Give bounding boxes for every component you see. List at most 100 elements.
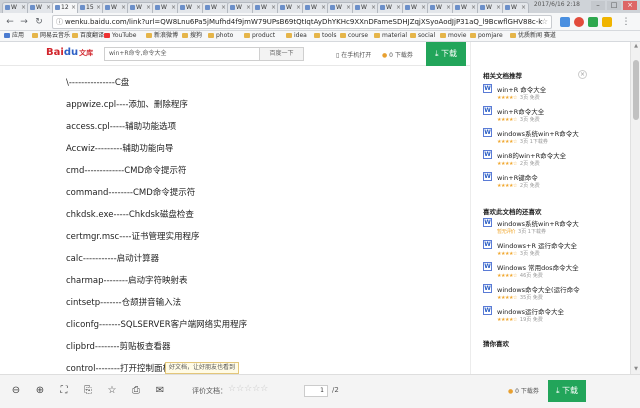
close-window-button[interactable]: × (623, 1, 637, 10)
browser-tab[interactable]: W × (502, 2, 529, 13)
browser-tab[interactable]: 12 × (52, 2, 79, 13)
bookmark-star-icon[interactable]: ☆ (541, 16, 548, 28)
close-tab-icon[interactable]: × (21, 3, 26, 13)
doc-title-link[interactable]: win+R命令大全 (497, 106, 544, 116)
favorite-icon[interactable]: ☆ (106, 385, 118, 397)
doc-title-link[interactable]: win+R 命令大全 (497, 84, 546, 94)
browser-tab[interactable]: W × (2, 2, 29, 13)
close-tab-icon[interactable]: × (496, 3, 501, 13)
related-doc-item[interactable]: W Windows+R 运行命令大全 ★★★★☆ 3页 免费 (483, 240, 623, 260)
close-tab-icon[interactable]: × (371, 3, 376, 13)
close-tab-icon[interactable]: × (471, 3, 476, 13)
browser-tab[interactable]: W × (402, 2, 429, 13)
bookmark-item[interactable]: 搜狗 (182, 31, 202, 41)
bookmark-item[interactable]: 百度翻译 (72, 31, 104, 41)
browser-tab[interactable]: W × (302, 2, 329, 13)
extension-icon[interactable] (602, 17, 612, 27)
related-doc-item[interactable]: Wwin+R 命令大全 ★★★★☆ 3页 免费 (483, 84, 623, 104)
doc-title-link[interactable]: windows系统win+R命令大 (497, 128, 579, 138)
doc-title-link[interactable]: Windows 常用dos命令大全 (497, 262, 579, 272)
print-icon[interactable]: ⎙ (130, 385, 142, 397)
download-button[interactable]: ⤓ 下载 (426, 42, 466, 66)
related-doc-item[interactable]: W Windows 常用dos命令大全 ★★★★☆ 46页 免费 (483, 262, 623, 282)
scroll-down-icon[interactable]: ▼ (631, 365, 640, 374)
bookmark-item[interactable]: course (340, 31, 368, 41)
browser-tab[interactable]: W × (227, 2, 254, 13)
close-tab-icon[interactable]: × (46, 3, 51, 13)
extension-icon[interactable] (588, 17, 598, 27)
related-doc-item[interactable]: Wwin+R键命令 ★★★★☆ 2页 免费 (483, 172, 623, 192)
bookmark-item[interactable]: movie (440, 31, 466, 41)
browser-tab[interactable]: W × (427, 2, 454, 13)
related-doc-item[interactable]: Wwindows系统win+R命令大 暂无评价 3页 1下载券 (483, 218, 623, 238)
browser-tab[interactable]: W × (27, 2, 54, 13)
browser-tab[interactable]: W × (177, 2, 204, 13)
doc-title-link[interactable]: windows运行命令大全 (497, 306, 564, 316)
close-tab-icon[interactable]: × (246, 3, 251, 13)
bookmark-item[interactable]: 新浪微博 (146, 31, 178, 41)
bookmark-item[interactable]: YouTube (104, 31, 136, 41)
baidu-wenku-logo[interactable]: Baidu文库 (46, 47, 93, 58)
close-tab-icon[interactable]: × (446, 3, 451, 13)
address-bar[interactable]: ⓘ wenku.baidu.com/link?url=QW8Lnu6Pa5jMu… (52, 15, 552, 29)
close-tab-icon[interactable]: × (221, 3, 226, 13)
close-tab-icon[interactable]: × (121, 3, 126, 13)
bookmark-item[interactable]: photo (208, 31, 233, 41)
close-tab-icon[interactable]: × (271, 3, 276, 13)
scroll-up-icon[interactable]: ▲ (631, 42, 640, 51)
related-doc-item[interactable]: Wwin8的win+R命令大全 ★★★★☆ 2页 免费 (483, 150, 623, 170)
back-icon[interactable]: ← (4, 16, 16, 28)
close-tab-icon[interactable]: × (71, 3, 76, 13)
bookmark-item[interactable]: 网易云音乐 (32, 31, 70, 41)
browser-tab[interactable]: W × (277, 2, 304, 13)
maximize-button[interactable]: □ (607, 1, 621, 10)
related-doc-item[interactable]: Wwindows命令大全(运行命令 ★★★★☆ 35页 免费 (483, 284, 623, 304)
browser-tab[interactable]: W × (127, 2, 154, 13)
close-tab-icon[interactable]: × (346, 3, 351, 13)
close-icon[interactable]: × (578, 70, 587, 79)
close-tab-icon[interactable]: × (96, 3, 101, 13)
share-icon[interactable]: ⎘ (82, 385, 94, 397)
close-tab-icon[interactable]: × (296, 3, 301, 13)
rating-stars[interactable]: ☆☆☆☆☆ (228, 384, 268, 394)
browser-tab[interactable]: W × (152, 2, 179, 13)
open-on-phone-link[interactable]: ▯ 在手机打开 (336, 50, 371, 59)
download-button[interactable]: ⤓ 下载 (548, 380, 586, 402)
bookmark-item[interactable]: pomjare (470, 31, 503, 41)
page-scrollbar[interactable]: ▲ ▼ (630, 42, 640, 374)
site-search-input[interactable]: win+R命令,命令大全 百度一下 (104, 47, 304, 61)
doc-title-link[interactable]: win8的win+R命令大全 (497, 150, 566, 160)
bookmark-item[interactable]: 优质新闻 赛道 (510, 31, 556, 41)
forward-icon[interactable]: → (18, 16, 30, 28)
extension-icon[interactable] (574, 17, 584, 27)
bookmark-item[interactable]: social (410, 31, 435, 41)
browser-tab[interactable]: W × (477, 2, 504, 13)
share-weibo-icon[interactable]: ✉ (154, 385, 166, 397)
browser-tab[interactable]: W × (252, 2, 279, 13)
close-tab-icon[interactable]: × (321, 3, 326, 13)
doc-title-link[interactable]: windows系统win+R命令大 (497, 218, 579, 228)
browser-tab[interactable]: W × (352, 2, 379, 13)
menu-icon[interactable]: ⋮ (620, 16, 632, 28)
bookmark-item[interactable]: tools (314, 31, 337, 41)
bookmark-item[interactable]: idea (286, 31, 307, 41)
doc-title-link[interactable]: win+R键命令 (497, 172, 538, 182)
close-tab-icon[interactable]: × (196, 3, 201, 13)
related-doc-item[interactable]: Wwindows系统win+R命令大 ★★★★☆ 3页 1下载券 (483, 128, 623, 148)
browser-tab[interactable]: W × (452, 2, 479, 13)
close-tab-icon[interactable]: × (521, 3, 526, 13)
zoom-in-icon[interactable]: ⊕ (34, 385, 46, 397)
minimize-button[interactable]: – (591, 1, 605, 10)
close-tab-icon[interactable]: × (146, 3, 151, 13)
scroll-thumb[interactable] (633, 60, 639, 120)
zoom-out-icon[interactable]: ⊖ (10, 385, 22, 397)
browser-tab[interactable]: W × (102, 2, 129, 13)
browser-tab[interactable]: 15 × (77, 2, 104, 13)
fullscreen-icon[interactable]: ⛶ (58, 385, 70, 397)
bookmark-item[interactable]: 应用 (4, 31, 24, 41)
doc-title-link[interactable]: windows命令大全(运行命令 (497, 284, 580, 294)
search-button[interactable]: 百度一下 (259, 48, 303, 60)
related-doc-item[interactable]: Wwindows运行命令大全 ★★★★☆ 19页 免费 (483, 306, 623, 326)
bookmark-item[interactable]: product (244, 31, 275, 41)
doc-title-link[interactable]: Windows+R 运行命令大全 (497, 240, 577, 250)
